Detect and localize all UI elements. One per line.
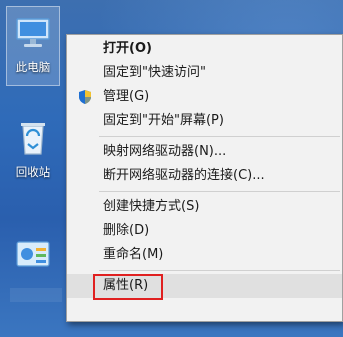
- desktop-icon-label: 此电脑: [15, 60, 51, 74]
- menu-item-open[interactable]: 打开(O): [67, 37, 342, 61]
- recycle-bin-icon: [6, 118, 60, 161]
- menu-separator: [99, 270, 340, 271]
- menu-item-label: 映射网络驱动器(N)...: [103, 144, 227, 159]
- menu-item-pin-quick-access[interactable]: 固定到"快速访问": [67, 61, 342, 85]
- menu-item-label: 断开网络驱动器的连接(C)...: [103, 168, 265, 183]
- menu-item-map-network-drive[interactable]: 映射网络驱动器(N)...: [67, 140, 342, 164]
- annotation-highlight-box: [93, 274, 163, 300]
- menu-item-label: 固定到"快速访问": [103, 65, 206, 80]
- menu-separator: [99, 191, 340, 192]
- menu-item-label: 固定到"开始"屏幕(P): [103, 113, 224, 128]
- menu-separator: [99, 136, 340, 137]
- menu-item-label: 创建快捷方式(S): [103, 199, 200, 214]
- control-panel-icon: [6, 238, 60, 277]
- menu-item-label: 管理(G): [103, 89, 150, 104]
- menu-item-pin-start[interactable]: 固定到"开始"屏幕(P): [67, 109, 342, 133]
- menu-item-disconnect-network-drive[interactable]: 断开网络驱动器的连接(C)...: [67, 164, 342, 188]
- menu-item-label: 重命名(M): [103, 247, 164, 262]
- menu-item-create-shortcut[interactable]: 创建快捷方式(S): [67, 195, 342, 219]
- context-menu: 打开(O) 固定到"快速访问" 管理(G) 固定到"开始"屏幕(P) 映射网络驱…: [66, 34, 343, 322]
- desktop-icon-label: 回收站: [15, 165, 51, 179]
- desktop-icon-recycle-bin[interactable]: 回收站: [6, 118, 60, 179]
- desktop-icon-this-pc[interactable]: 此电脑: [6, 6, 60, 86]
- menu-item-label: 打开(O): [103, 41, 152, 56]
- computer-icon: [7, 13, 59, 56]
- menu-item-rename[interactable]: 重命名(M): [67, 243, 342, 267]
- desktop-icon-control-panel[interactable]: [6, 238, 60, 281]
- menu-item-properties[interactable]: 属性(R): [67, 274, 342, 300]
- uac-shield-icon: [77, 89, 93, 105]
- menu-item-manage[interactable]: 管理(G): [67, 85, 342, 109]
- menu-item-label: 删除(D): [103, 223, 150, 238]
- menu-item-delete[interactable]: 删除(D): [67, 219, 342, 243]
- desktop-area: [10, 288, 62, 302]
